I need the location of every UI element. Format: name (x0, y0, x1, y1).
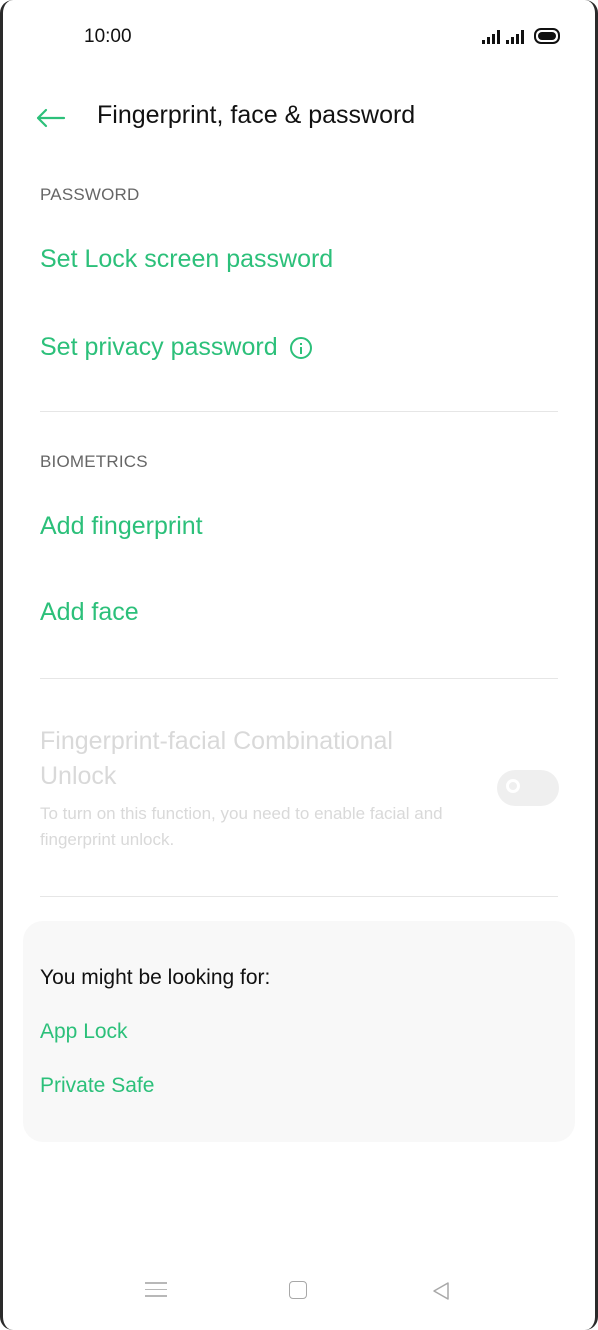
phone-screen: 10:00 Fingerprint, face & password PASSW… (0, 0, 598, 1330)
arrow-left-icon[interactable] (34, 101, 68, 135)
suggestions-title: You might be looking for: (40, 966, 271, 989)
section-label-password: PASSWORD (40, 185, 140, 204)
signal-icon (506, 30, 524, 44)
divider (40, 678, 558, 679)
set-privacy-password-link[interactable]: Set privacy password (40, 333, 312, 362)
home-icon[interactable] (289, 1281, 307, 1299)
private-safe-link[interactable]: Private Safe (40, 1074, 154, 1098)
navigation-bar (0, 1270, 598, 1310)
link-label: Set privacy password (40, 333, 278, 361)
combination-unlock-title: Fingerprint-facial Combinational Unlock (40, 727, 393, 790)
battery-icon (534, 28, 560, 44)
link-label: Set Lock screen password (40, 245, 334, 273)
add-face-link[interactable]: Add face (40, 598, 139, 627)
app-lock-link[interactable]: App Lock (40, 1020, 128, 1044)
back-triangle-icon[interactable] (430, 1280, 452, 1302)
device-edge-right (585, 0, 598, 1330)
status-time: 10:00 (84, 26, 132, 47)
link-label: Add fingerprint (40, 512, 203, 540)
signal-icon (482, 30, 500, 44)
combination-unlock-description: To turn on this function, you need to en… (40, 804, 443, 849)
add-fingerprint-link[interactable]: Add fingerprint (40, 512, 203, 541)
toggle-knob (506, 779, 520, 793)
set-lock-screen-password-link[interactable]: Set Lock screen password (40, 245, 333, 274)
divider (40, 896, 558, 897)
section-label-biometrics: BIOMETRICS (40, 452, 148, 471)
combination-unlock-toggle[interactable] (497, 770, 559, 806)
status-icons (482, 28, 560, 44)
device-edge-left (0, 0, 13, 1330)
link-label: Add face (40, 598, 139, 626)
info-icon[interactable] (289, 336, 312, 359)
divider (40, 411, 558, 412)
menu-icon[interactable] (145, 1282, 167, 1298)
page-title: Fingerprint, face & password (97, 101, 416, 129)
